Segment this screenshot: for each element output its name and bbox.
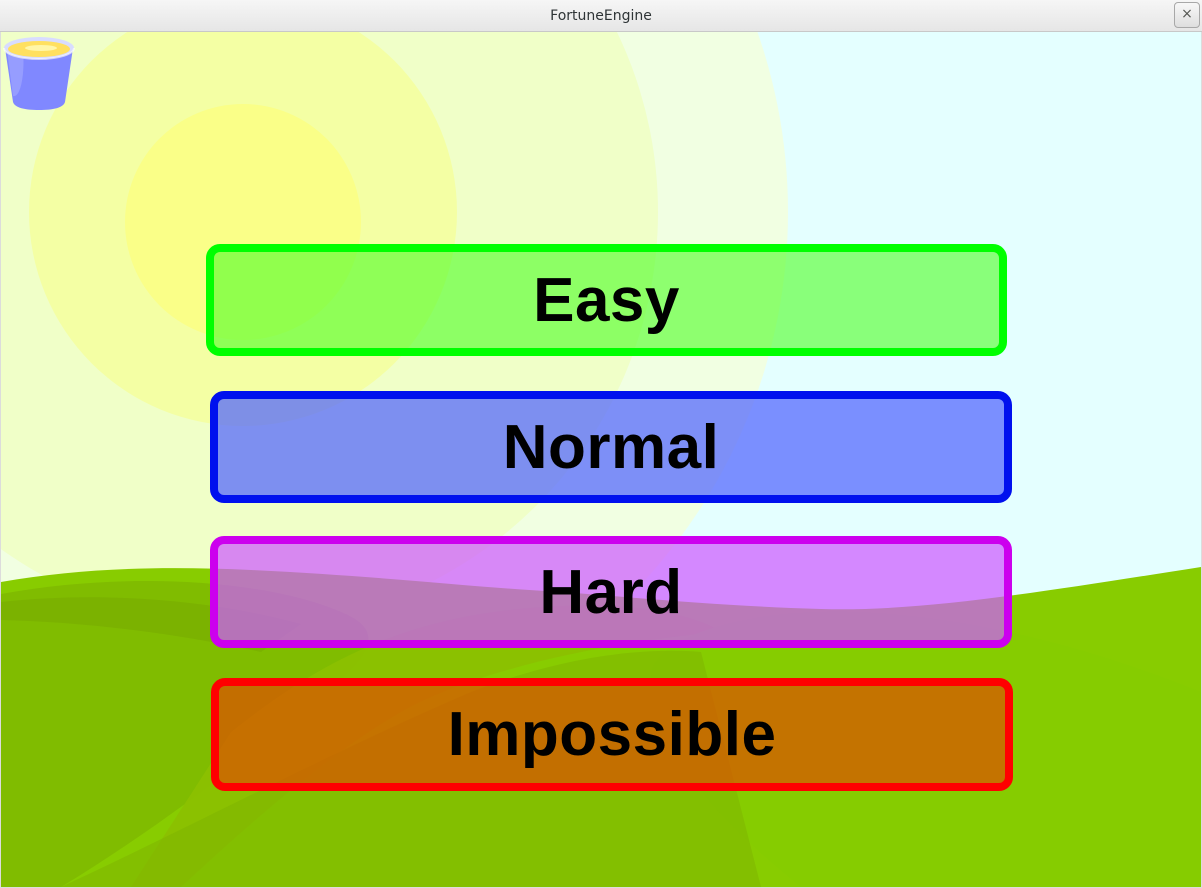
easy-label: Easy (533, 265, 680, 335)
hard-button[interactable]: Hard (210, 536, 1012, 648)
normal-button[interactable]: Normal (210, 391, 1012, 503)
impossible-label: Impossible (447, 700, 777, 769)
hard-label: Hard (539, 557, 683, 627)
window-title: FortuneEngine (550, 8, 652, 24)
close-button[interactable]: × (1174, 2, 1200, 28)
normal-label: Normal (502, 412, 720, 482)
easy-button[interactable]: Easy (206, 244, 1007, 356)
cup-icon (3, 37, 75, 110)
game-scene: Easy Normal Hard Impossible (1, 32, 1201, 887)
title-bar: FortuneEngine × (0, 0, 1202, 32)
impossible-button[interactable]: Impossible (211, 678, 1013, 791)
game-window: FortuneEngine × Easy Normal Hard Impossi… (0, 0, 1202, 888)
